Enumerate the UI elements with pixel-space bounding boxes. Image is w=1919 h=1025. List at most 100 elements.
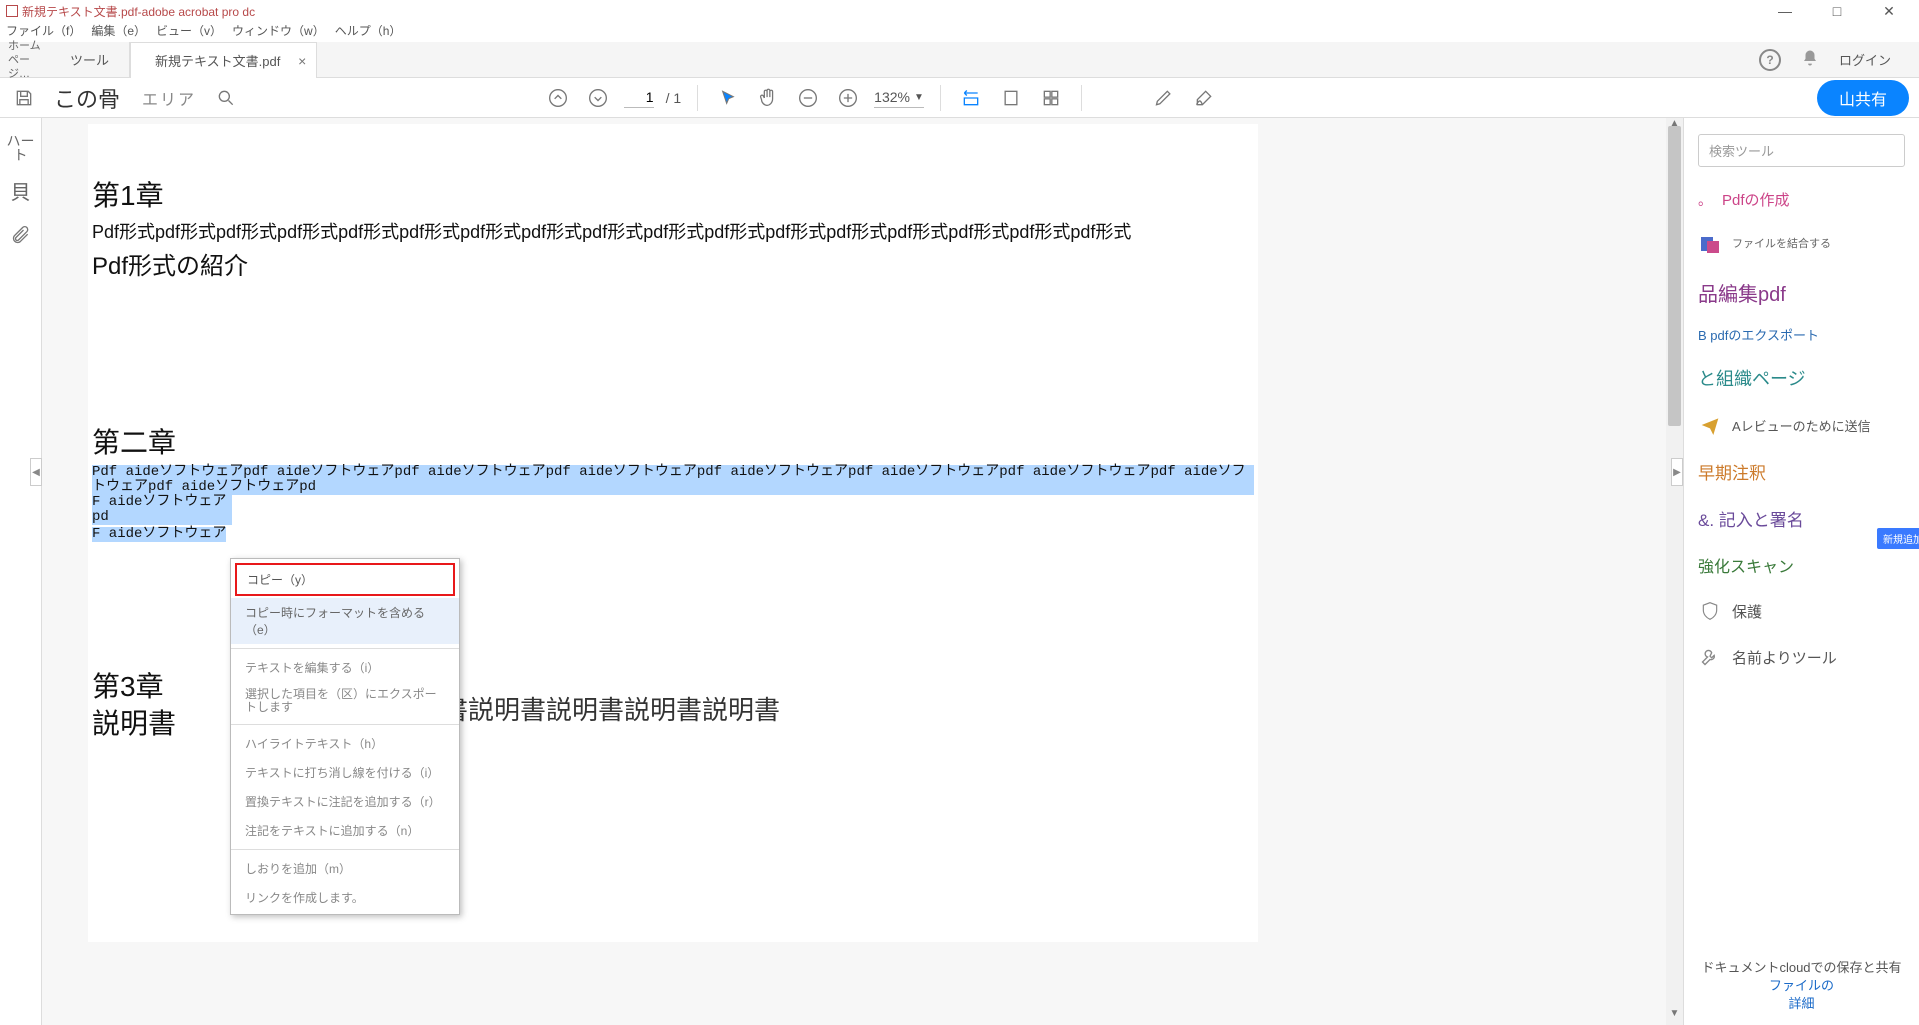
left-collapse-icon[interactable]: ◀ — [30, 458, 42, 486]
page-down-icon[interactable] — [584, 84, 612, 112]
window-maximize-button[interactable]: □ — [1823, 3, 1851, 20]
vertical-scrollbar[interactable]: ▲ ▼ — [1666, 118, 1683, 1025]
tool-create-pdf[interactable]: 。 Pdfの作成 — [1698, 189, 1905, 210]
tool-organize-pages[interactable]: と組織ページ — [1698, 365, 1905, 391]
scroll-down-icon[interactable]: ▼ — [1666, 1008, 1683, 1025]
tab-close-icon[interactable]: × — [298, 53, 306, 69]
tools-panel: ▶ 検索ツール 。 Pdfの作成 ファイルを結合する 品編集pdf B pdfの… — [1683, 118, 1919, 1025]
scroll-thumb[interactable] — [1668, 126, 1681, 426]
new-badge: 新規追加 — [1877, 528, 1919, 549]
highlighter-icon[interactable] — [1150, 84, 1178, 112]
title-bar: 新規テキスト文書.pdf-adobe acrobat pro dc — □ ✕ — [0, 0, 1919, 22]
attachment-icon[interactable] — [11, 224, 31, 248]
footer-line2[interactable]: ファイルの — [1684, 977, 1919, 995]
tool-combine-files[interactable]: ファイルを結合する — [1698, 232, 1905, 256]
page-total-label: / 1 — [666, 90, 682, 106]
tool-combine-label: ファイルを結合する — [1732, 238, 1831, 250]
tool-area-button[interactable]: エリア — [136, 86, 202, 110]
selected-line-1: Pdf aideソフトウェアpdf aideソフトウェアpdf aideソフトウ… — [92, 465, 1254, 495]
selected-line-3: F aideソフトウェア — [92, 527, 226, 542]
menu-help[interactable]: ヘルプ（h） — [335, 22, 402, 42]
grid-icon[interactable] — [1037, 84, 1065, 112]
chapter3-heading: 第3章 — [92, 672, 176, 702]
panel-footer: ドキュメントcloudでの保存と共有 ファイルの 詳細 — [1684, 959, 1919, 1013]
help-icon[interactable]: ? — [1759, 49, 1781, 71]
tool-fill-sign-label: &. 記入と署名 — [1698, 506, 1804, 531]
cm-highlight-text[interactable]: ハイライトテキスト（h） — [231, 729, 459, 758]
tool-more-tools[interactable]: 名前よりツール — [1698, 645, 1905, 669]
select-tool-icon[interactable] — [714, 84, 742, 112]
tab-document[interactable]: 新規テキスト文書.pdf × — [130, 42, 317, 78]
cm-export-selection[interactable]: 選択した項目を（区）にエクスポートします — [231, 682, 459, 720]
main-toolbar: この骨 エリア / 1 132% ▼ 山共有 — [0, 78, 1919, 118]
menu-edit[interactable]: 編集（e） — [91, 22, 146, 42]
page-number-input[interactable] — [624, 87, 654, 108]
workspace: ハート 貝 ◀ 第1章 Pdf形式pdf形式pdf形式pdf形式pdf形式pdf… — [0, 118, 1919, 1025]
rail-shell[interactable]: 貝 — [11, 186, 31, 200]
menu-window[interactable]: ウィンドウ（w） — [232, 22, 325, 42]
chapter3-sub: 説明書 — [92, 702, 176, 742]
zoom-in-icon[interactable] — [834, 84, 862, 112]
save-icon[interactable] — [10, 84, 38, 112]
hand-tool-icon[interactable] — [754, 84, 782, 112]
selected-line-2: F aideソフトウェアpd — [92, 495, 232, 525]
signature-icon[interactable] — [1190, 84, 1218, 112]
right-collapse-icon[interactable]: ▶ — [1671, 458, 1683, 486]
tab-home[interactable]: ホームページ… — [0, 39, 50, 81]
tool-protect[interactable]: 保護 — [1698, 599, 1905, 623]
tool-enhance-scan-label: 強化スキャン — [1698, 553, 1794, 577]
page-up-icon[interactable] — [544, 84, 572, 112]
window-title: 新規テキスト文書.pdf-adobe acrobat pro dc — [22, 3, 255, 20]
zoom-select[interactable]: 132% ▼ — [874, 87, 924, 108]
search-icon[interactable] — [212, 84, 240, 112]
share-button[interactable]: 山共有 — [1817, 80, 1909, 116]
chapter1-body: Pdf形式pdf形式pdf形式pdf形式pdf形式pdf形式pdf形式pdf形式… — [92, 218, 1254, 244]
tool-enhance-scan[interactable]: 強化スキャン — [1698, 553, 1905, 577]
tab-strip: ホームページ… ツール 新規テキスト文書.pdf × ? ログイン — [0, 42, 1919, 78]
separator — [697, 85, 698, 111]
tool-create-pdf-label: Pdfの作成 — [1722, 189, 1790, 210]
left-nav-rail: ハート 貝 ◀ — [0, 118, 42, 1025]
tool-export-pdf-label: B pdfのエクスポート — [1698, 329, 1819, 343]
notifications-icon[interactable] — [1801, 49, 1819, 70]
chapter1-subtitle: Pdf形式の紹介 — [92, 246, 1254, 281]
cm-edit-text[interactable]: テキストを編集する（i） — [231, 653, 459, 682]
document-area: 第1章 Pdf形式pdf形式pdf形式pdf形式pdf形式pdf形式pdf形式p… — [42, 118, 1683, 1025]
window-close-button[interactable]: ✕ — [1875, 3, 1903, 20]
tab-tools[interactable]: ツール — [50, 42, 130, 77]
cm-replace-note[interactable]: 置換テキストに注記を追加する（r） — [231, 787, 459, 816]
tool-edit-pdf[interactable]: 品編集pdf — [1698, 278, 1905, 307]
tool-fill-sign[interactable]: &. 記入と署名 — [1698, 506, 1905, 531]
tool-organize-label: と組織ページ — [1698, 365, 1806, 391]
context-menu: コピー（y） コピー時にフォーマットを含める（e） テキストを編集する（i） 選… — [230, 558, 460, 915]
cm-add-note[interactable]: 注記をテキストに追加する（n） — [231, 816, 459, 845]
footer-line3[interactable]: 詳細 — [1684, 995, 1919, 1013]
wrench-icon — [1698, 645, 1722, 669]
rail-heart[interactable]: ハート — [0, 134, 41, 162]
tool-send-review[interactable]: Aレビューのために送信 — [1698, 413, 1905, 437]
fit-page-icon[interactable] — [997, 84, 1025, 112]
cm-add-bookmark[interactable]: しおりを追加（m） — [231, 854, 459, 883]
cm-separator — [231, 724, 459, 725]
tool-bone-button[interactable]: この骨 — [48, 82, 126, 114]
shield-icon — [1698, 599, 1722, 623]
chapter1-heading: 第1章 — [92, 174, 1254, 214]
app-icon — [6, 5, 18, 17]
fit-width-icon[interactable] — [957, 84, 985, 112]
share-label: 山共有 — [1839, 86, 1887, 110]
menu-view[interactable]: ビュー（v） — [156, 22, 222, 42]
cm-copy-format[interactable]: コピー時にフォーマットを含める（e） — [231, 598, 459, 644]
separator — [940, 85, 941, 111]
tools-search-input[interactable]: 検索ツール — [1698, 134, 1905, 167]
tool-export-pdf[interactable]: B pdfのエクスポート — [1698, 329, 1905, 343]
login-link[interactable]: ログイン — [1839, 50, 1891, 69]
cm-separator — [231, 849, 459, 850]
tool-early-annotation-label: 早期注釈 — [1698, 459, 1766, 484]
zoom-value: 132% — [874, 89, 910, 105]
zoom-out-icon[interactable] — [794, 84, 822, 112]
cm-strikethrough[interactable]: テキストに打ち消し線を付ける（i） — [231, 758, 459, 787]
tool-early-annotation[interactable]: 早期注釈 — [1698, 459, 1905, 484]
window-minimize-button[interactable]: — — [1771, 3, 1799, 20]
cm-create-link[interactable]: リンクを作成します。 — [231, 883, 459, 912]
cm-copy[interactable]: コピー（y） — [235, 563, 455, 596]
